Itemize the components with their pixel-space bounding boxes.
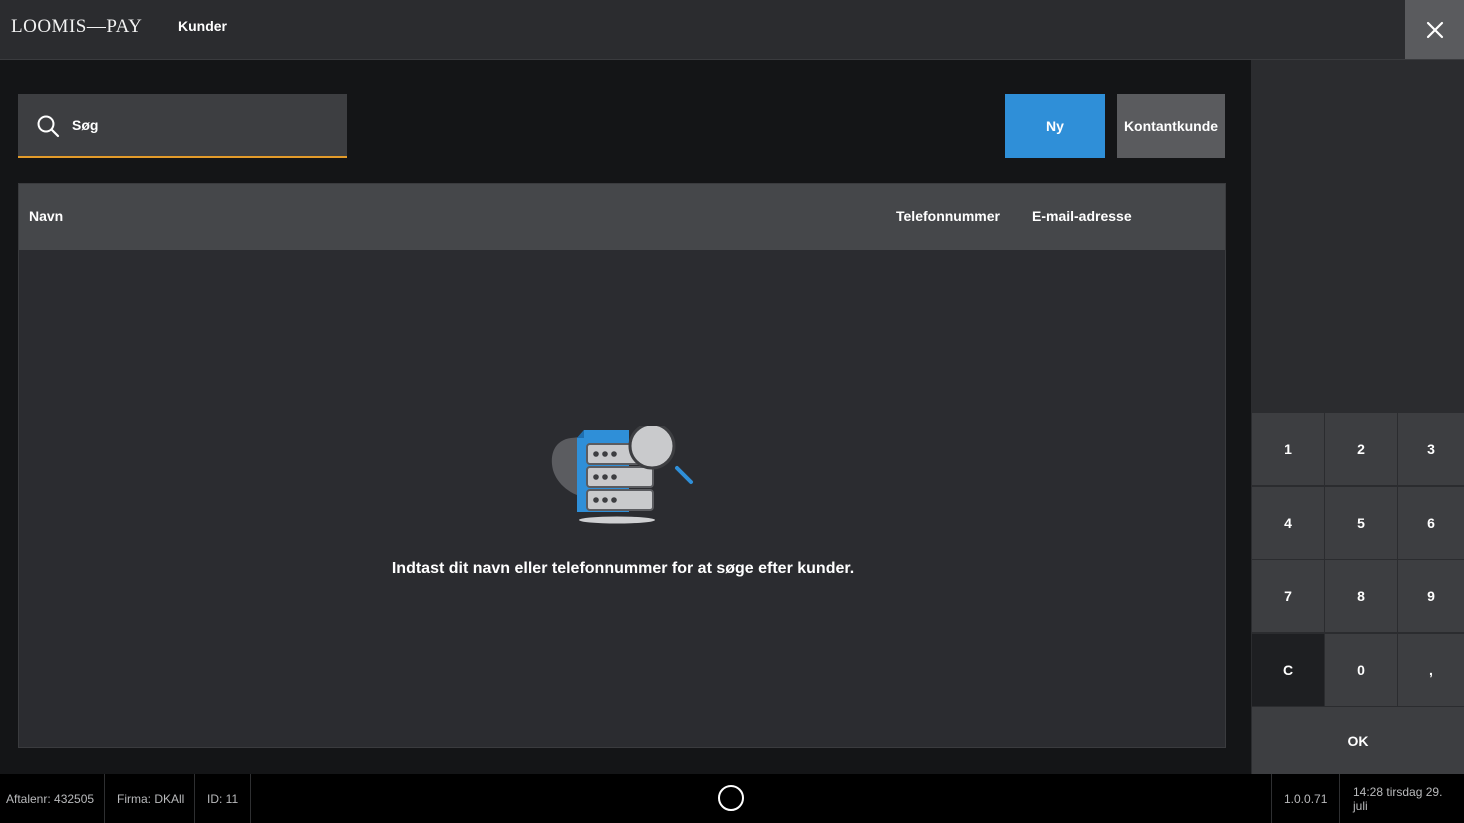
empty-state: Indtast dit navn eller telefonnummer for… — [19, 250, 1225, 747]
keypad-key-6[interactable]: 6 — [1398, 487, 1464, 559]
keypad-key-4[interactable]: 4 — [1252, 487, 1324, 559]
keypad-key-clear[interactable]: C — [1252, 634, 1324, 706]
database-search-icon — [551, 426, 693, 524]
keypad-key-2[interactable]: 2 — [1325, 413, 1397, 485]
column-header-email[interactable]: E-mail-adresse — [1032, 208, 1132, 224]
keypad-key-0[interactable]: 0 — [1325, 634, 1397, 706]
keypad-key-5[interactable]: 5 — [1325, 487, 1397, 559]
keypad-key-1[interactable]: 1 — [1252, 413, 1324, 485]
keypad-key-9[interactable]: 9 — [1398, 560, 1464, 632]
column-header-phone[interactable]: Telefonnummer — [896, 208, 1000, 224]
new-customer-button[interactable]: Ny — [1005, 94, 1105, 158]
status-id: ID: 11 — [195, 774, 251, 823]
close-button[interactable] — [1405, 0, 1464, 59]
main-content: Ny Kontantkunde Navn Telefonnummer E-mai… — [0, 60, 1251, 774]
search-icon — [36, 114, 60, 138]
keypad-key-7[interactable]: 7 — [1252, 560, 1324, 632]
status-version: 1.0.0.71 — [1271, 774, 1339, 823]
keypad-ok-button[interactable]: OK — [1252, 707, 1464, 774]
page-title: Kunder — [178, 18, 227, 34]
numeric-keypad: 1 2 3 4 5 6 7 8 9 C 0 , OK — [1251, 413, 1464, 774]
status-datetime: 14:28 tirsdag 29. juli — [1339, 774, 1464, 823]
status-agreement: Aftalenr: 432505 — [0, 774, 105, 823]
keypad-key-comma[interactable]: , — [1398, 634, 1464, 706]
customer-table: Navn Telefonnummer E-mail-adresse Indtas… — [18, 183, 1226, 748]
top-bar: LOOMIS—PAY Kunder — [0, 0, 1464, 60]
app-logo: LOOMIS—PAY — [11, 16, 143, 37]
table-header: Navn Telefonnummer E-mail-adresse — [19, 184, 1225, 250]
search-box[interactable] — [18, 94, 347, 158]
empty-state-message: Indtast dit navn eller telefonnummer for… — [391, 560, 855, 577]
keypad-key-8[interactable]: 8 — [1325, 560, 1397, 632]
status-company: Firma: DKAll — [105, 774, 195, 823]
home-button[interactable] — [718, 785, 744, 811]
side-panel: 1 2 3 4 5 6 7 8 9 C 0 , OK — [1251, 60, 1464, 774]
search-input[interactable] — [72, 94, 337, 156]
close-icon — [1426, 21, 1443, 38]
cash-customer-button[interactable]: Kontantkunde — [1117, 94, 1225, 158]
keypad-key-3[interactable]: 3 — [1398, 413, 1464, 485]
column-header-name[interactable]: Navn — [29, 208, 63, 224]
status-bar: Aftalenr: 432505 Firma: DKAll ID: 11 1.0… — [0, 774, 1464, 823]
